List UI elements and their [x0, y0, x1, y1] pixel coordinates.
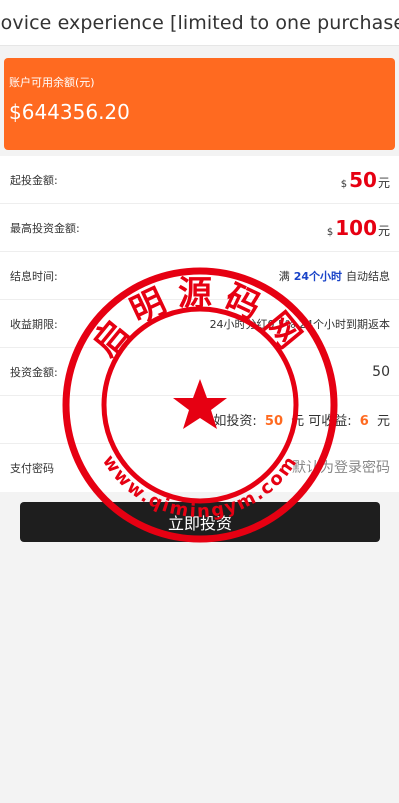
income-period-label: 收益期限:	[10, 317, 58, 331]
income-period-value: 24小时分红0.5% 24个小时到期返本	[209, 317, 390, 331]
balance-card: 账户可用余额(元) $644356.20	[4, 58, 395, 150]
calc-mid: 元 可收益:	[291, 414, 352, 429]
max-invest-row: 最高投资金额: $ 100 元	[0, 204, 399, 252]
max-invest-label: 最高投资金额:	[10, 221, 80, 235]
min-invest-amount: 50	[349, 167, 377, 192]
unit-label: 元	[377, 175, 390, 190]
settle-highlight: 24个小时	[293, 269, 342, 283]
min-invest-row: 起投金额: $ 50 元	[0, 156, 399, 204]
settle-suffix: 自动结息	[346, 269, 390, 283]
balance-value: $644356.20	[9, 100, 130, 124]
min-invest-label: 起投金额:	[10, 173, 58, 187]
currency-symbol: $	[326, 226, 334, 238]
calc-invest-amount: 50	[264, 414, 283, 429]
min-invest-value: $ 50 元	[341, 168, 390, 192]
invest-amount-label: 投资金额:	[10, 365, 58, 379]
pay-password-row: 支付密码	[0, 444, 399, 492]
currency-symbol: $	[340, 178, 348, 190]
max-invest-value: $ 100 元	[327, 216, 390, 240]
pay-password-label: 支付密码	[10, 462, 54, 475]
income-period-row: 收益期限: 24小时分红0.5% 24个小时到期返本	[0, 300, 399, 348]
invest-now-button[interactable]: 立即投资	[20, 502, 380, 542]
pay-password-input[interactable]	[220, 460, 390, 476]
settle-time-row: 结息时间: 满 24个小时 自动结息	[0, 252, 399, 300]
calc-prefix: 如投资:	[213, 414, 257, 429]
invest-info-list: 起投金额: $ 50 元 最高投资金额: $ 100 元 结息时间: 满 24个…	[0, 156, 399, 492]
invest-amount-row: 投资金额:	[0, 348, 399, 396]
calc-unit: 元	[376, 414, 390, 429]
settle-time-label: 结息时间:	[10, 269, 58, 283]
page-header: Novice experience [limited to one purcha…	[0, 0, 399, 46]
invest-amount-input[interactable]	[270, 363, 390, 380]
settle-prefix: 满	[278, 269, 290, 283]
calc-income-amount: 6	[359, 414, 369, 429]
settle-time-value: 满 24个小时 自动结息	[279, 268, 390, 284]
max-invest-amount: 100	[335, 215, 377, 240]
submit-wrap: 立即投资	[0, 492, 399, 542]
income-calc-row: 如投资: 50 元 可收益: 6 元	[0, 396, 399, 444]
unit-label: 元	[377, 223, 390, 238]
balance-label: 账户可用余额(元)	[9, 76, 95, 89]
income-calc-text: 如投资: 50 元 可收益: 6 元	[213, 410, 390, 429]
page-title: Novice experience [limited to one purcha…	[0, 11, 399, 34]
